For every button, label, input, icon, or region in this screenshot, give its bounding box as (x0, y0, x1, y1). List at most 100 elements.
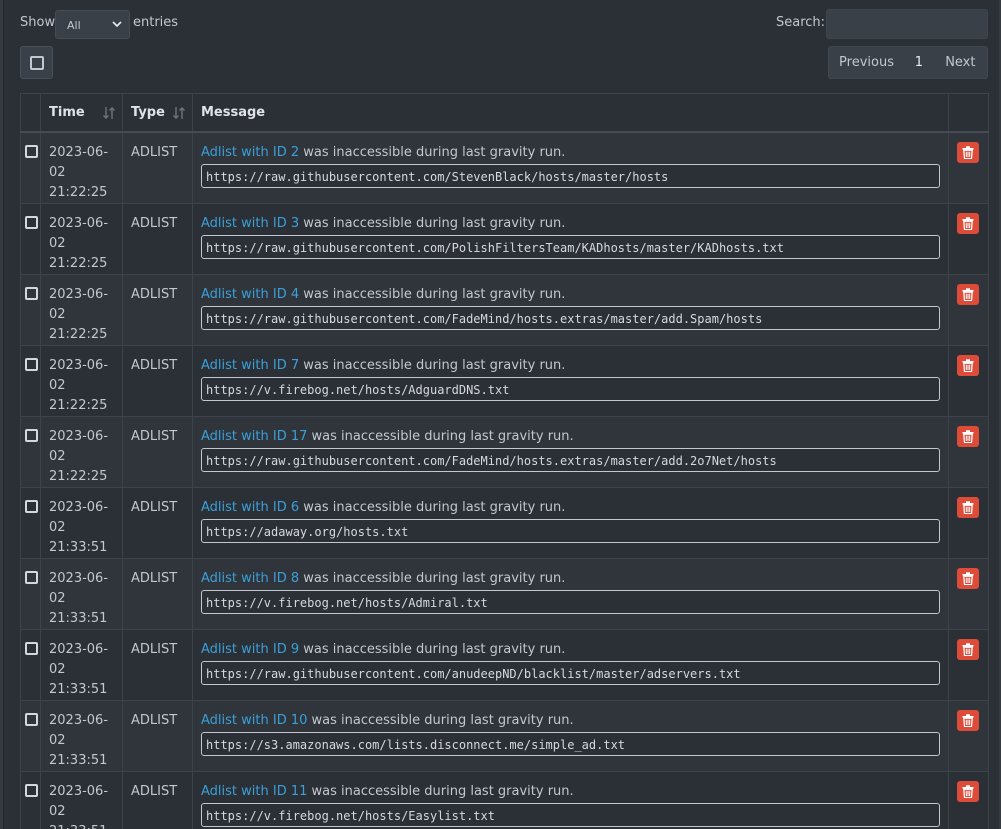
row-checkbox[interactable] (25, 144, 38, 158)
time-header-label: Time (49, 105, 85, 120)
table-row: 2023-06-02 21:22:25 ADLIST Adlist with I… (20, 344, 989, 417)
message-text: was inaccessible during last gravity run… (299, 286, 566, 302)
row-date: 2023-06-02 (49, 144, 109, 180)
row-time: 21:22:25 (49, 255, 108, 271)
row-checkbox[interactable] (25, 428, 38, 442)
message-cell: Adlist with ID 8 was inaccessible during… (192, 557, 949, 630)
adlist-url-field: https://raw.githubusercontent.com/anudee… (201, 660, 940, 685)
row-date: 2023-06-02 (49, 215, 109, 251)
type-cell: ADLIST (122, 415, 193, 488)
time-cell: 2023-06-02 21:22:25 (40, 273, 123, 346)
time-cell: 2023-06-02 21:33:51 (40, 557, 123, 630)
trash-icon (962, 500, 974, 514)
adlist-link[interactable]: Adlist with ID 17 (201, 429, 307, 444)
adlist-link[interactable]: Adlist with ID 11 (201, 784, 307, 799)
page-1-button[interactable]: 1 (904, 55, 934, 70)
type-cell: ADLIST (122, 344, 193, 417)
time-cell: 2023-06-02 21:22:25 (40, 131, 123, 204)
table-row: 2023-06-02 21:22:25 ADLIST Adlist with I… (20, 131, 989, 204)
adlist-url-field: https://v.firebog.net/hosts/AdguardDNS.t… (201, 376, 940, 401)
message-text: was inaccessible during last gravity run… (299, 570, 566, 586)
message-text: was inaccessible during last gravity run… (299, 499, 566, 515)
select-all-button[interactable] (20, 46, 53, 79)
row-checkbox[interactable] (25, 215, 38, 229)
trash-icon (962, 216, 974, 230)
delete-button[interactable] (957, 354, 979, 376)
table-row: 2023-06-02 21:22:25 ADLIST Adlist with I… (20, 415, 989, 488)
message-cell: Adlist with ID 4 was inaccessible during… (192, 273, 949, 346)
select-column-header (20, 93, 41, 133)
delete-button[interactable] (957, 638, 979, 660)
message-text: was inaccessible during last gravity run… (307, 712, 574, 728)
message-cell: Adlist with ID 2 was inaccessible during… (192, 131, 949, 204)
adlist-link[interactable]: Adlist with ID 10 (201, 713, 307, 728)
row-time: 21:33:51 (49, 822, 114, 829)
message-text: was inaccessible during last gravity run… (299, 215, 566, 231)
next-page-button[interactable]: Next (934, 55, 987, 70)
row-checkbox[interactable] (25, 783, 38, 797)
delete-button[interactable] (957, 283, 979, 305)
previous-page-button[interactable]: Previous (829, 55, 904, 70)
messages-panel: Show All entries Search: Previous 1 Next… (3, 0, 999, 829)
table-row: 2023-06-02 21:22:25 ADLIST Adlist with I… (20, 273, 989, 346)
adlist-link[interactable]: Adlist with ID 4 (201, 287, 299, 302)
row-checkbox[interactable] (25, 357, 38, 371)
entries-length-value: All (67, 19, 81, 32)
row-date: 2023-06-02 (49, 570, 109, 606)
search-input[interactable] (826, 9, 988, 39)
delete-button[interactable] (957, 496, 979, 518)
row-time: 21:22:25 (49, 397, 108, 413)
row-checkbox[interactable] (25, 286, 38, 300)
message-text: was inaccessible during last gravity run… (307, 783, 574, 799)
adlist-url-field: https://s3.amazonaws.com/lists.disconnec… (201, 731, 940, 756)
row-date: 2023-06-02 (49, 286, 109, 322)
type-column-header[interactable]: Type (122, 93, 193, 133)
table-row: 2023-06-02 21:33:51 ADLIST Adlist with I… (20, 628, 989, 701)
adlist-link[interactable]: Adlist with ID 3 (201, 216, 299, 231)
message-cell: Adlist with ID 6 was inaccessible during… (192, 486, 949, 559)
table-row: 2023-06-02 21:33:51 ADLIST Adlist with I… (20, 486, 989, 559)
adlist-link[interactable]: Adlist with ID 9 (201, 642, 299, 657)
table-row: 2023-06-02 21:22:25 ADLIST Adlist with I… (20, 202, 989, 275)
message-cell: Adlist with ID 3 was inaccessible during… (192, 202, 949, 275)
row-date: 2023-06-02 (49, 712, 109, 748)
type-cell: ADLIST (122, 699, 193, 772)
delete-button[interactable] (957, 567, 979, 589)
sort-arrows-icon (173, 107, 185, 119)
row-time: 21:33:51 (49, 539, 108, 555)
sort-arrows-icon (103, 107, 115, 119)
delete-button[interactable] (957, 212, 979, 234)
trash-icon (962, 571, 974, 585)
show-label: Show (20, 15, 56, 30)
adlist-link[interactable]: Adlist with ID 2 (201, 145, 299, 160)
delete-button[interactable] (957, 709, 979, 731)
row-checkbox[interactable] (25, 499, 38, 513)
row-time: 21:22:25 (49, 468, 108, 484)
chevron-down-icon (112, 21, 122, 28)
message-column-header: Message (192, 93, 949, 133)
adlist-url-field: https://raw.githubusercontent.com/Steven… (201, 163, 940, 188)
adlist-link[interactable]: Adlist with ID 8 (201, 571, 299, 586)
row-time: 21:33:51 (49, 752, 108, 768)
table-row: 2023-06-02 21:33:51 ADLIST Adlist with I… (20, 557, 989, 630)
delete-button[interactable] (957, 425, 979, 447)
checkbox-icon (30, 56, 44, 70)
row-checkbox[interactable] (25, 641, 38, 655)
adlist-url-field: https://v.firebog.net/hosts/Easylist.txt (201, 802, 940, 827)
time-column-header[interactable]: Time (40, 93, 123, 133)
type-header-label: Type (131, 105, 165, 120)
search-label: Search: (776, 15, 826, 30)
time-cell: 2023-06-02 21:22:25 (40, 202, 123, 275)
delete-button[interactable] (957, 780, 979, 802)
entries-length-select[interactable]: All (55, 10, 130, 39)
adlist-link[interactable]: Adlist with ID 7 (201, 358, 299, 373)
message-cell: Adlist with ID 9 was inaccessible during… (192, 628, 949, 701)
delete-button[interactable] (957, 141, 979, 163)
table-row: 2023-06-02 21:33:51 ADLIST Adlist with I… (20, 770, 989, 829)
row-checkbox[interactable] (25, 570, 38, 584)
row-checkbox[interactable] (25, 712, 38, 726)
message-text: was inaccessible during last gravity run… (299, 641, 566, 657)
adlist-link[interactable]: Adlist with ID 6 (201, 500, 299, 515)
trash-icon (962, 642, 974, 656)
adlist-url-field: https://raw.githubusercontent.com/FadeMi… (201, 305, 940, 330)
